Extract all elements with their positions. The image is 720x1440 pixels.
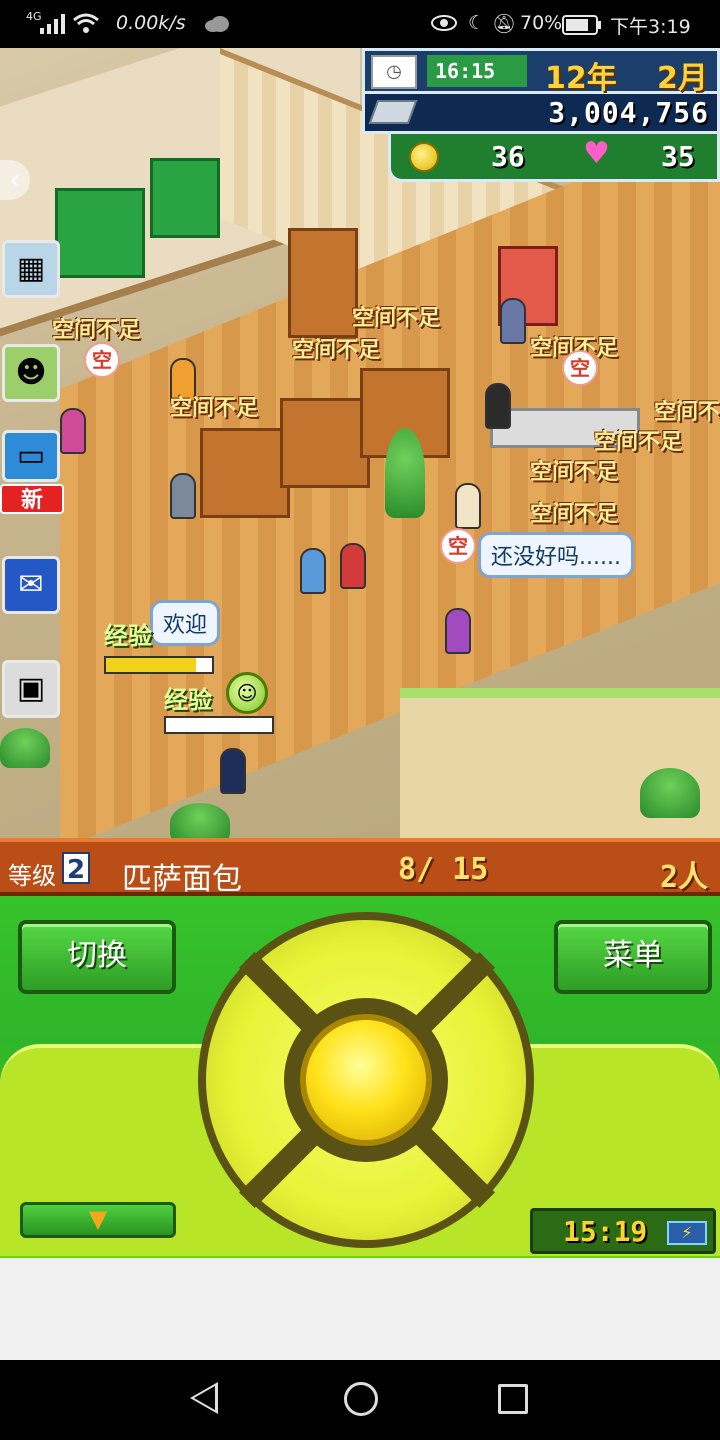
green-curtain <box>55 188 145 278</box>
space-warning-label: 空间不足 <box>654 400 720 425</box>
back-icon[interactable] <box>190 1382 218 1414</box>
build-button[interactable]: ▭ <box>2 430 60 482</box>
game-screen: 4G 0.00k/s ☾ 🔕︎ 70% 下午3:19 空间不足 空间不足 空间不… <box>0 0 720 1440</box>
level-label: 等级 <box>8 862 56 890</box>
battery-icon <box>562 15 602 40</box>
storage-button[interactable]: ▦ <box>2 240 60 298</box>
customer[interactable] <box>220 748 246 794</box>
mute-bell-icon: 🔕︎ <box>492 13 517 35</box>
shop-name: 匹萨面包 <box>122 862 242 897</box>
chat-message-icon: ✉ <box>18 567 44 602</box>
heart-icon: ♥ <box>583 136 610 171</box>
wifi-icon <box>72 12 100 39</box>
space-warning-label: 空间不足 <box>530 460 619 485</box>
empty-seat-badge: 空 <box>440 528 476 564</box>
welcome-speech-bubble: 欢迎 <box>150 600 221 646</box>
recent-apps-icon[interactable] <box>498 1384 528 1414</box>
money-stack-icon <box>368 100 418 124</box>
game-month: 2月 <box>657 61 708 96</box>
customer[interactable] <box>500 298 526 344</box>
signal-icon <box>40 14 66 39</box>
directional-pad[interactable] <box>198 912 534 1248</box>
controller-panel: 切换 菜单 ▼ 15:19 ⚡ <box>0 896 720 1258</box>
space-warning-label: 空间不足 <box>52 318 141 343</box>
controller-clock: 15:19 ⚡ <box>530 1208 716 1254</box>
customer[interactable] <box>300 548 326 594</box>
eye-icon <box>430 14 458 37</box>
game-year: 12年 <box>545 61 617 96</box>
space-warning-label: 空间不足 <box>292 338 381 363</box>
green-curtain <box>150 158 220 238</box>
coin-count: 36 <box>491 140 525 173</box>
bread-shelf <box>280 398 370 488</box>
coin-icon <box>409 142 439 172</box>
cloud-icon <box>204 15 230 38</box>
battery-percent: 70% <box>520 12 563 34</box>
space-warning-label: 空间不足 <box>170 396 259 421</box>
customer-speech-bubble: 还没好吗...... <box>478 532 634 578</box>
bread-shelf <box>200 428 290 518</box>
smiley-exp-icon: ☺ <box>226 672 268 714</box>
heart-count: 35 <box>661 140 695 173</box>
exp-progress-fill <box>106 658 197 672</box>
chevron-down-icon: ▼ <box>88 1205 108 1233</box>
space-warning-label: 空间不足 <box>594 430 683 455</box>
exp-label: 经验 <box>104 622 152 650</box>
top-hud: ◷ 16:15 12年 2月 3,004,756 36 ♥ 35 <box>362 48 720 188</box>
messages-button[interactable]: ✉ <box>2 556 60 614</box>
switch-button[interactable]: 切换 <box>18 920 176 994</box>
computer-icon: ▣ <box>16 671 46 706</box>
potted-plant <box>385 428 425 518</box>
menu-button[interactable]: 菜单 <box>554 920 712 994</box>
potted-plant <box>170 803 230 838</box>
staff-count: 2人 <box>659 860 708 895</box>
storage-box-icon: ▦ <box>16 251 46 286</box>
build-icon: ▭ <box>16 438 46 473</box>
exp-label: 经验 <box>164 686 212 714</box>
hud-date-row: ◷ 16:15 12年 2月 <box>362 48 720 96</box>
network-speed: 0.00k/s <box>116 12 186 34</box>
exp-progress-bar <box>164 716 274 734</box>
charging-battery-icon: ⚡ <box>667 1221 707 1245</box>
system-clock: 下午3:19 <box>610 16 691 38</box>
dpad-center-button[interactable] <box>300 1014 432 1146</box>
empty-area <box>0 1258 720 1360</box>
customer[interactable] <box>60 408 86 454</box>
space-warning-label: 空间不足 <box>530 502 619 527</box>
level-value: 2 <box>62 852 90 885</box>
home-icon[interactable] <box>344 1382 378 1416</box>
game-time: 16:15 <box>427 55 527 87</box>
empty-seat-badge: 空 <box>84 342 120 378</box>
exp-progress-bar <box>104 656 214 674</box>
empty-seat-badge: 空 <box>562 350 598 386</box>
staff-member[interactable] <box>485 383 511 429</box>
status-bar: 4G 0.00k/s ☾ 🔕︎ 70% 下午3:19 <box>0 0 720 48</box>
hud-points-row: 36 ♥ 35 <box>388 134 720 182</box>
controller-clock-time: 15:19 <box>563 1215 648 1248</box>
customer[interactable] <box>455 483 481 529</box>
shop-info-bar: 等级 2 匹萨面包 8/ 15 2人 <box>0 838 720 897</box>
moon-icon: ☾ <box>468 12 486 34</box>
potted-plant <box>0 728 50 768</box>
customer[interactable] <box>445 608 471 654</box>
staff-button[interactable]: ☻ <box>2 344 60 402</box>
potted-plant <box>640 768 700 818</box>
calendar-clock-icon: ◷ <box>371 55 417 89</box>
hud-money-row: 3,004,756 <box>362 94 720 134</box>
customer[interactable] <box>170 473 196 519</box>
bread-shelf <box>288 228 358 338</box>
new-badge: 新 <box>0 484 64 514</box>
staff-portrait-icon: ☻ <box>15 355 47 390</box>
customer[interactable] <box>340 543 366 589</box>
system-nav-bar <box>0 1360 720 1440</box>
scroll-down-button[interactable]: ▼ <box>20 1202 176 1238</box>
customer-capacity: 8/ 15 <box>398 852 489 887</box>
computer-button[interactable]: ▣ <box>2 660 60 718</box>
space-warning-label: 空间不足 <box>352 306 441 331</box>
money-amount: 3,004,756 <box>548 96 709 129</box>
